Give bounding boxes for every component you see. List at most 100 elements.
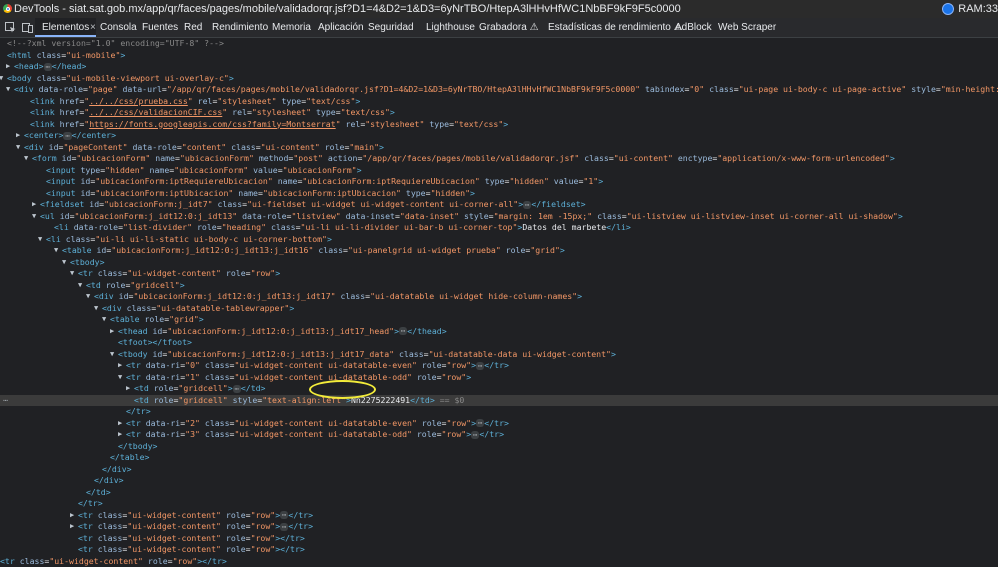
dom-node-line[interactable]: <tr class="ui-widget-content" role="row"… bbox=[0, 533, 998, 545]
tab-web-scraper[interactable]: Web Scraper bbox=[718, 18, 776, 37]
markup-token: > bbox=[379, 142, 384, 152]
tab-rendimiento[interactable]: Rendimiento bbox=[212, 18, 268, 37]
collapse-arrow-icon[interactable]: ▼ bbox=[6, 84, 10, 96]
dom-node-line[interactable]: </tr> bbox=[0, 498, 998, 510]
dom-node-line[interactable]: </div> bbox=[0, 475, 998, 487]
tab-lighthouse[interactable]: Lighthouse bbox=[426, 18, 475, 37]
expand-arrow-icon[interactable]: ▶ bbox=[110, 326, 114, 338]
collapse-arrow-icon[interactable]: ▼ bbox=[32, 211, 36, 223]
dom-node-line[interactable]: ▼<body class="ui-mobile-viewport ui-over… bbox=[0, 73, 998, 85]
dom-node-line[interactable]: <input id="ubicacionForm:iptRequiereUbic… bbox=[0, 176, 998, 188]
tab-consola[interactable]: Consola bbox=[100, 18, 137, 37]
tab-grabadora[interactable]: Grabadora ⚠ bbox=[479, 18, 539, 37]
collapsed-content-ellipsis[interactable]: ⋯ bbox=[63, 132, 71, 140]
dom-node-line[interactable]: </tbody> bbox=[0, 441, 998, 453]
markup-token: <link bbox=[30, 96, 55, 106]
collapse-arrow-icon[interactable]: ▼ bbox=[94, 303, 98, 315]
dom-node-line[interactable]: <input type="hidden" name="ubicacionForm… bbox=[0, 165, 998, 177]
tab-red[interactable]: Red bbox=[184, 18, 202, 37]
dom-node-line[interactable]: ▶<fieldset id="ubicacionForm:j_idt7" cla… bbox=[0, 199, 998, 211]
tab-estadísticas-de-rendimiento[interactable]: Estadísticas de rendimiento ⚠ bbox=[548, 18, 683, 37]
tab-elementos[interactable]: Elementos bbox=[35, 18, 96, 37]
dom-node-line[interactable]: ▶<center>⋯</center> bbox=[0, 130, 998, 142]
dom-node-line[interactable]: ▶<td role="gridcell">⋯</td> bbox=[0, 383, 998, 395]
collapse-arrow-icon[interactable]: ▼ bbox=[86, 291, 90, 303]
markup-token: data-ri bbox=[141, 360, 180, 370]
dom-node-line[interactable]: ▼<table id="ubicacionForm:j_idt12:0:j_id… bbox=[0, 245, 998, 257]
selected-node-line[interactable]: ⋯<td role="gridcell" style="text-align:l… bbox=[0, 395, 998, 407]
collapse-arrow-icon[interactable]: ▼ bbox=[62, 257, 66, 269]
node-menu-dots-icon[interactable]: ⋯ bbox=[3, 395, 8, 407]
collapse-arrow-icon[interactable]: ▼ bbox=[110, 349, 114, 361]
collapse-arrow-icon[interactable]: ▼ bbox=[54, 245, 58, 257]
dom-node-line[interactable]: ▼<tr class="ui-widget-content" role="row… bbox=[0, 268, 998, 280]
dom-node-line[interactable]: <link href="../../css/prueba.css" rel="s… bbox=[0, 96, 998, 108]
collapse-arrow-icon[interactable]: ▼ bbox=[38, 234, 42, 246]
dom-node-line[interactable]: ▼<div class="ui-datatable-tablewrapper"> bbox=[0, 303, 998, 315]
markup-token: role bbox=[221, 268, 246, 278]
collapse-arrow-icon[interactable]: ▼ bbox=[70, 268, 74, 280]
expand-arrow-icon[interactable]: ▶ bbox=[126, 383, 130, 395]
dom-node-line[interactable]: ▼<tr data-ri="1" class="ui-widget-conten… bbox=[0, 372, 998, 384]
expand-arrow-icon[interactable]: ▶ bbox=[6, 61, 10, 73]
device-toolbar-icon[interactable] bbox=[21, 21, 34, 34]
collapse-arrow-icon[interactable]: ▼ bbox=[0, 73, 3, 85]
dom-node-line[interactable]: <li data-role="list-divider" role="headi… bbox=[0, 222, 998, 234]
dom-node-line[interactable]: ▼<div data-role="page" data-url="/app/qr… bbox=[0, 84, 998, 96]
expand-arrow-icon[interactable]: ▶ bbox=[70, 510, 74, 522]
collapse-arrow-icon[interactable]: ▼ bbox=[16, 142, 20, 154]
dom-node-line[interactable]: </tr> bbox=[0, 406, 998, 418]
collapse-arrow-icon[interactable]: ▼ bbox=[24, 153, 28, 165]
dom-node-line[interactable]: ▼<table role="grid"> bbox=[0, 314, 998, 326]
dom-node-line[interactable]: ▼<li class="ui-li ui-li-static ui-body-c… bbox=[0, 234, 998, 246]
collapse-arrow-icon[interactable]: ▼ bbox=[102, 314, 106, 326]
tab-aplicación[interactable]: Aplicación bbox=[318, 18, 364, 37]
dom-node-line[interactable]: ▼<tbody> bbox=[0, 257, 998, 269]
dom-node-line[interactable]: ▼<tbody id="ubicacionForm:j_idt12:0:j_id… bbox=[0, 349, 998, 361]
expand-arrow-icon[interactable]: ▶ bbox=[16, 130, 20, 142]
markup-token: "row" bbox=[251, 544, 276, 554]
dom-node-line[interactable]: ▶<tr class="ui-widget-content" role="row… bbox=[0, 510, 998, 522]
dom-node-line[interactable]: </div> bbox=[0, 464, 998, 476]
dom-node-line[interactable]: ▼<div id="ubicacionForm:j_idt12:0:j_idt1… bbox=[0, 291, 998, 303]
collapsed-content-ellipsis[interactable]: ⋯ bbox=[233, 385, 241, 393]
markup-token: <!--?xml version="1.0" encoding="UTF-8" … bbox=[7, 38, 224, 48]
dom-node-line[interactable]: <tr class="ui-widget-content" role="row"… bbox=[0, 544, 998, 556]
dom-node-line[interactable]: ▶<tr data-ri="0" class="ui-widget-conten… bbox=[0, 360, 998, 372]
dom-node-line[interactable]: ▼<td role="gridcell"> bbox=[0, 280, 998, 292]
dom-node-line[interactable]: ▶<tr data-ri="3" class="ui-widget-conten… bbox=[0, 429, 998, 441]
expand-arrow-icon[interactable]: ▶ bbox=[70, 521, 74, 533]
dom-node-line[interactable]: <tfoot></tfoot> bbox=[0, 337, 998, 349]
dom-node-line[interactable]: <link href="../../css/validacionCIF.css"… bbox=[0, 107, 998, 119]
collapsed-content-ellipsis[interactable]: ⋯ bbox=[399, 327, 407, 335]
expand-arrow-icon[interactable]: ▶ bbox=[118, 429, 122, 441]
expand-arrow-icon[interactable]: ▶ bbox=[32, 199, 36, 211]
dom-node-line[interactable]: </table> bbox=[0, 452, 998, 464]
tab-fuentes[interactable]: Fuentes bbox=[142, 18, 178, 37]
tab-seguridad[interactable]: Seguridad bbox=[368, 18, 414, 37]
inspect-element-icon[interactable] bbox=[4, 21, 17, 34]
expand-arrow-icon[interactable]: ▶ bbox=[118, 418, 122, 430]
dom-node-line[interactable]: </td> bbox=[0, 487, 998, 499]
collapse-arrow-icon[interactable]: ▼ bbox=[118, 372, 122, 384]
dom-node-line[interactable]: ▼<ul id="ubicacionForm:j_idt12:0:j_idt13… bbox=[0, 211, 998, 223]
collapse-arrow-icon[interactable]: ▼ bbox=[78, 280, 82, 292]
dom-node-line[interactable]: <tr class="ui-widget-content" role="row"… bbox=[0, 556, 998, 567]
dom-node-line[interactable]: ▶<tr data-ri="2" class="ui-widget-conten… bbox=[0, 418, 998, 430]
dom-node-line[interactable]: ▶<thead id="ubicacionForm:j_idt12:0:j_id… bbox=[0, 326, 998, 338]
dom-node-line[interactable]: ▶<head>⋯</head> bbox=[0, 61, 998, 73]
tab-close-icon[interactable]: × bbox=[90, 18, 96, 37]
expand-arrow-icon[interactable]: ▶ bbox=[118, 360, 122, 372]
dom-node-line[interactable]: ▶<tr class="ui-widget-content" role="row… bbox=[0, 521, 998, 533]
tab-memoria[interactable]: Memoria bbox=[272, 18, 311, 37]
dom-node-line[interactable]: ▼<div id="pageContent" data-role="conten… bbox=[0, 142, 998, 154]
markup-token: </tr> bbox=[288, 521, 313, 531]
markup-token: role bbox=[221, 544, 246, 554]
dom-node-line[interactable]: <html class="ui-mobile"> bbox=[0, 50, 998, 62]
dom-node-line[interactable]: <input id="ubicacionForm:iptUbicacion" n… bbox=[0, 188, 998, 200]
dom-node-line[interactable]: ▼<form id="ubicacionForm" name="ubicacio… bbox=[0, 153, 998, 165]
collapsed-content-ellipsis[interactable]: ⋯ bbox=[44, 63, 52, 71]
tab-adblock[interactable]: AdBlock bbox=[675, 18, 712, 37]
dom-node-line[interactable]: <!--?xml version="1.0" encoding="UTF-8" … bbox=[0, 38, 998, 50]
dom-node-line[interactable]: <link href="https://fonts.googleapis.com… bbox=[0, 119, 998, 131]
